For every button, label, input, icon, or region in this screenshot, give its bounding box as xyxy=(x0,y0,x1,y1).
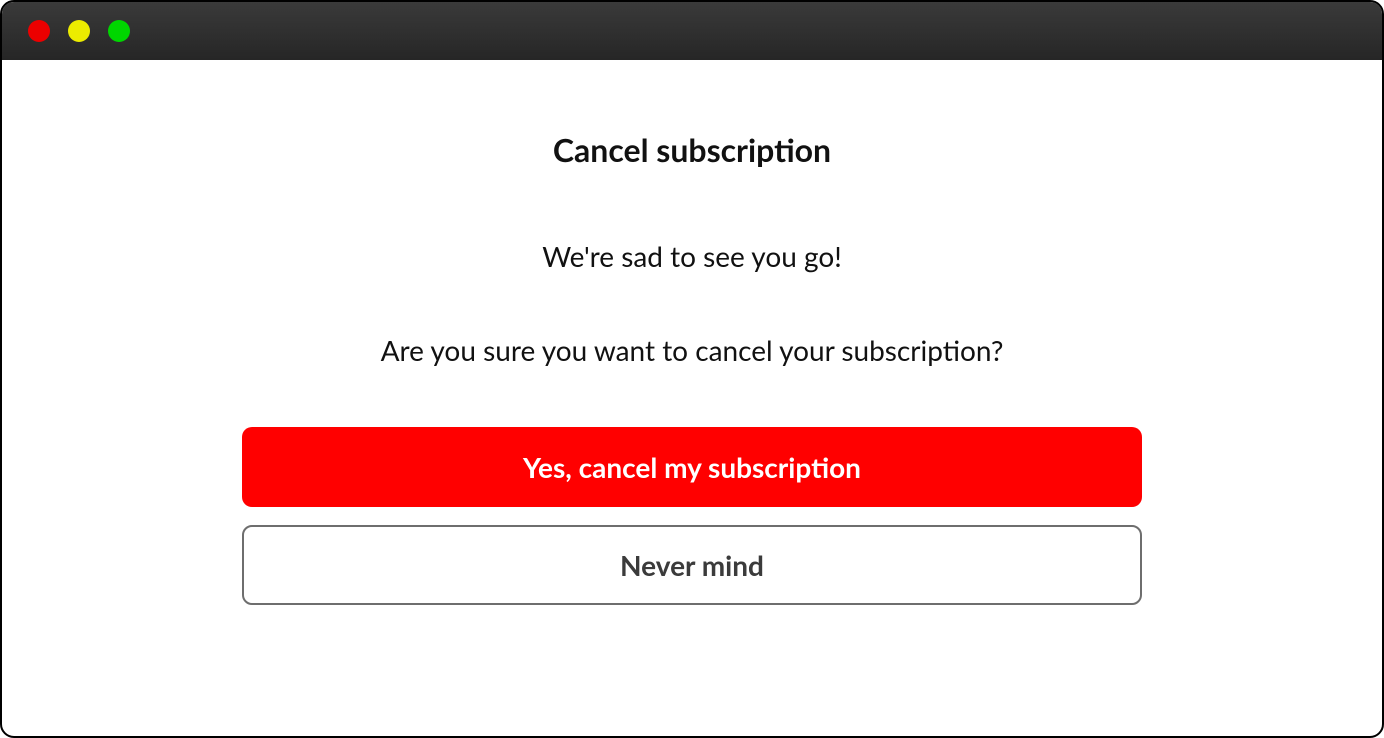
dialog-message-secondary: Are you sure you want to cancel your sub… xyxy=(381,333,1004,367)
dialog-content: Cancel subscription We're sad to see you… xyxy=(2,60,1382,736)
window-maximize-icon[interactable] xyxy=(108,20,130,42)
titlebar xyxy=(2,2,1382,60)
confirm-cancel-button[interactable]: Yes, cancel my subscription xyxy=(242,427,1142,507)
app-window: Cancel subscription We're sad to see you… xyxy=(0,0,1384,738)
button-stack: Yes, cancel my subscription Never mind xyxy=(242,427,1142,605)
window-close-icon[interactable] xyxy=(28,20,50,42)
dialog-title: Cancel subscription xyxy=(553,130,831,169)
window-minimize-icon[interactable] xyxy=(68,20,90,42)
never-mind-button[interactable]: Never mind xyxy=(242,525,1142,605)
dialog-message-primary: We're sad to see you go! xyxy=(542,239,842,273)
